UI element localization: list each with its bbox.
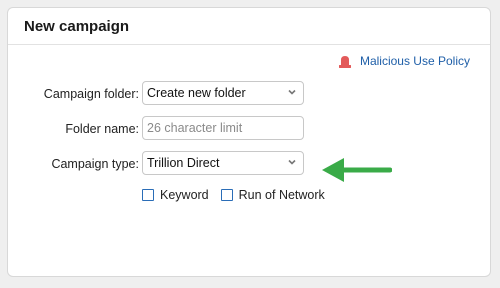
alarm-icon (338, 55, 351, 68)
malicious-use-policy-label: Malicious Use Policy (359, 54, 470, 68)
malicious-use-policy-link[interactable]: Malicious Use Policy (338, 54, 470, 68)
new-campaign-panel: New campaign Malicious Use Policy Campai… (7, 7, 491, 277)
panel-header: New campaign (8, 8, 490, 45)
panel-title: New campaign (24, 18, 130, 35)
campaign-type-value: Trillion Direct (147, 156, 220, 170)
campaign-type-row: Campaign type: Trillion Direct (8, 151, 490, 177)
campaign-folder-select[interactable]: Create new folder (142, 81, 304, 105)
run-of-network-label: Run of Network (238, 188, 325, 202)
folder-name-placeholder: 26 character limit (147, 121, 243, 135)
campaign-folder-value: Create new folder (147, 86, 246, 100)
keyword-label: Keyword (160, 188, 209, 202)
run-of-network-checkbox-item[interactable]: Run of Network (220, 188, 325, 202)
folder-name-input[interactable]: 26 character limit (142, 116, 304, 140)
folder-name-label: Folder name: (65, 122, 139, 136)
folder-name-row: Folder name: 26 character limit (8, 116, 490, 142)
targeting-checkboxes: Keyword Run of Network (142, 188, 337, 202)
green-arrow-icon (322, 158, 392, 182)
chevron-down-icon (288, 159, 296, 165)
campaign-folder-label: Campaign folder: (43, 87, 139, 101)
run-of-network-checkbox[interactable] (220, 189, 233, 201)
keyword-checkbox-item[interactable]: Keyword (142, 188, 209, 202)
campaign-type-label: Campaign type: (51, 157, 139, 171)
chevron-down-icon (288, 89, 296, 95)
campaign-folder-row: Campaign folder: Create new folder (8, 81, 490, 107)
keyword-checkbox[interactable] (142, 189, 154, 201)
campaign-type-select[interactable]: Trillion Direct (142, 151, 304, 175)
